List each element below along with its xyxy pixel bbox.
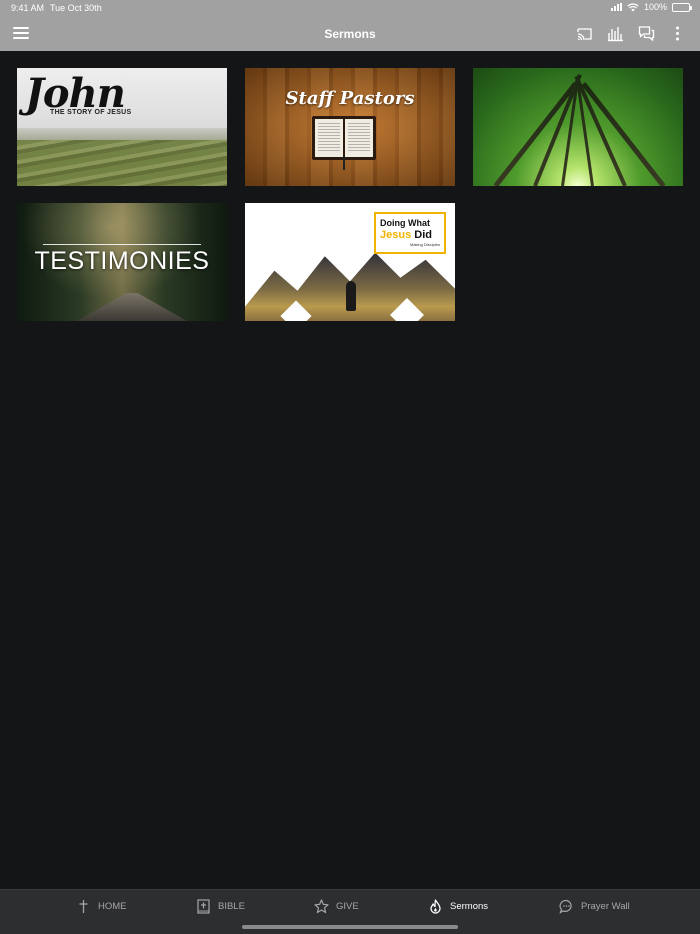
- status-date: Tue Oct 30th: [50, 3, 102, 13]
- tab-bar: HOME BIBLE GIVE Sermons Prayer Wall: [0, 889, 700, 934]
- header-actions: [576, 25, 686, 42]
- sermon-title-box: Doing What Jesus Did Making Disciples: [374, 212, 446, 254]
- battery-icon: [672, 2, 692, 12]
- sermon-title: TESTIMONIES: [34, 247, 210, 275]
- tab-home[interactable]: HOME: [76, 899, 127, 914]
- sermon-title: Staff Pastors: [285, 88, 415, 109]
- home-indicator[interactable]: [242, 925, 458, 929]
- sermon-title-jesus: Jesus: [380, 229, 412, 241]
- bible-image: [312, 116, 376, 170]
- sermon-subtitle: THE STORY OF JESUS: [50, 109, 132, 116]
- tab-label: BIBLE: [218, 901, 245, 912]
- chat-icon[interactable]: [638, 25, 655, 42]
- cross-icon: [79, 900, 88, 913]
- sermon-title-did: Did: [414, 229, 432, 241]
- battery-percent: 100%: [643, 2, 667, 12]
- top-bar: 9:41 AM Tue Oct 30th 100% Sermons: [0, 0, 700, 51]
- flame-icon: [430, 899, 441, 914]
- sermon-title-line1: Doing What: [380, 218, 430, 228]
- tab-label: Sermons: [450, 901, 489, 912]
- cast-icon[interactable]: [576, 25, 593, 42]
- title-rule: [43, 244, 201, 245]
- sermon-subtitle: Making Disciples: [409, 242, 440, 247]
- tab-label: HOME: [98, 901, 127, 912]
- sermon-card-john[interactable]: John THE STORY OF JESUS: [17, 68, 227, 186]
- status-indicators: 100%: [610, 2, 692, 12]
- signal-icon: [610, 3, 622, 11]
- sermon-card-testimonies[interactable]: TESTIMONIES: [17, 203, 227, 321]
- wifi-icon: [627, 2, 639, 11]
- tab-prayer-wall[interactable]: Prayer Wall: [559, 899, 630, 914]
- audio-bars-icon[interactable]: [607, 25, 624, 42]
- star-icon: [314, 899, 329, 914]
- sermon-card-forest[interactable]: [473, 68, 683, 186]
- sermon-card-doing-what-jesus-did[interactable]: Doing What Jesus Did Making Disciples: [245, 203, 455, 321]
- tab-sermons[interactable]: Sermons: [428, 899, 488, 914]
- status-bar: 9:41 AM Tue Oct 30th 100%: [0, 0, 700, 17]
- tab-give[interactable]: GIVE: [314, 899, 359, 914]
- tab-label: GIVE: [336, 901, 359, 912]
- status-time: 9:41 AM: [11, 3, 45, 13]
- bible-icon: [197, 899, 210, 914]
- tab-bible[interactable]: BIBLE: [196, 899, 245, 914]
- tree-trunk: [581, 82, 666, 186]
- sermon-card-staff-pastors[interactable]: Staff Pastors: [245, 68, 455, 186]
- card-image-person: [346, 281, 356, 311]
- sermon-title-line2: Jesus Did: [380, 229, 440, 241]
- card-image-fields: [17, 140, 227, 186]
- more-vertical-icon[interactable]: [669, 25, 686, 42]
- speech-bubble-icon: [559, 899, 572, 914]
- tab-label: Prayer Wall: [581, 901, 630, 912]
